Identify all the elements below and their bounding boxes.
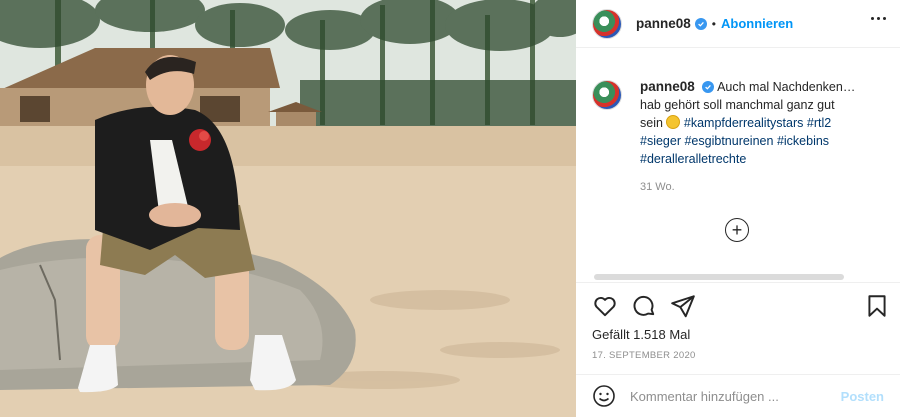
hashtag-link[interactable]: #sieger: [640, 134, 681, 148]
more-options-icon[interactable]: [871, 17, 886, 20]
like-count[interactable]: Gefällt 1.518 Mal: [592, 327, 690, 342]
caption-username[interactable]: panne08: [640, 79, 695, 94]
caption-avatar[interactable]: [592, 80, 622, 110]
paper-plane-icon[interactable]: [670, 293, 696, 319]
caption-text: Auch mal Nachdenken…: [717, 80, 856, 94]
comment-bar: Posten: [576, 374, 900, 417]
plus-circle-icon: +: [731, 219, 743, 240]
hashtag-link[interactable]: #ickebins: [777, 134, 829, 148]
caption-text: hab gehört soll manchmal ganz gut: [640, 98, 835, 112]
caption-text: sein: [640, 116, 663, 130]
heart-icon[interactable]: [592, 293, 618, 319]
post-sidebar: panne08 • Abonnieren panne08 Auch mal Na…: [576, 0, 900, 417]
emoji-smile-icon[interactable]: [592, 384, 616, 408]
post-age: 31 Wo.: [640, 181, 675, 193]
post-photo: [0, 0, 576, 417]
caption-body: panne08 Auch mal Nachdenken… hab gehört …: [640, 78, 855, 196]
hashtag-link[interactable]: #kampfderrealitystars: [684, 116, 804, 130]
hashtag-link[interactable]: #rtl2: [807, 116, 831, 130]
follow-button[interactable]: Abonnieren: [721, 16, 793, 31]
avatar[interactable]: [592, 8, 622, 39]
caption: panne08 Auch mal Nachdenken… hab gehört …: [592, 78, 892, 196]
hashtag-link[interactable]: #esgibtnureinen: [684, 134, 773, 148]
separator-dot: •: [711, 16, 716, 31]
load-more-comments-button[interactable]: +: [725, 218, 749, 242]
post-comment-button[interactable]: Posten: [841, 389, 884, 404]
post-header: panne08 • Abonnieren: [576, 0, 900, 48]
grimace-emoji-icon: [666, 115, 681, 129]
beach-photo-illustration: [0, 0, 576, 417]
comment-bubble-icon[interactable]: [631, 293, 657, 319]
verified-badge-icon: [694, 17, 707, 30]
username-link[interactable]: panne08: [636, 16, 691, 31]
hashtag-link[interactable]: #deralleralletrechte: [640, 152, 746, 166]
action-bar: Gefällt 1.518 Mal 17. SEPTEMBER 2020: [576, 282, 900, 374]
post-date: 17. SEPTEMBER 2020: [592, 350, 696, 361]
verified-badge-icon: [702, 81, 715, 93]
comment-input[interactable]: [630, 388, 830, 404]
partial-comment-row: [594, 270, 844, 280]
bookmark-icon[interactable]: [864, 293, 890, 319]
